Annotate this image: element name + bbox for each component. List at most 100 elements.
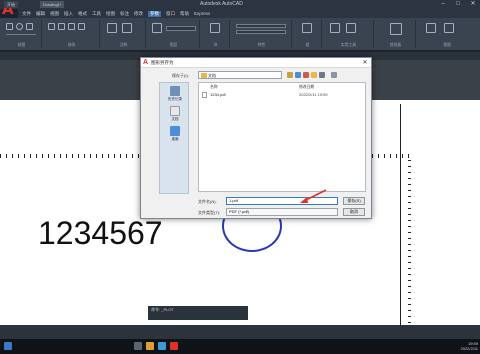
browser-icon[interactable] xyxy=(158,342,166,350)
dialog-title: 图形另存为 xyxy=(151,60,174,65)
viewport-icon[interactable] xyxy=(426,23,436,33)
line-tool-icon[interactable] xyxy=(6,23,13,30)
insert-block-icon[interactable] xyxy=(210,23,220,33)
taskbar xyxy=(0,339,480,354)
ribbon-group-annotation: 注释 xyxy=(102,20,146,48)
delete-icon[interactable] xyxy=(303,72,309,78)
trim-tool-icon[interactable] xyxy=(68,23,75,30)
back-icon[interactable] xyxy=(287,72,293,78)
place-label: 历史记录 xyxy=(168,97,182,101)
menu-parametric[interactable]: 参数 xyxy=(148,10,161,17)
ribbon-group-layers: 图层 xyxy=(148,20,200,48)
tab-start[interactable]: 开始 xyxy=(4,1,18,8)
layer-dropdown[interactable] xyxy=(166,26,196,31)
place-documents[interactable]: 文档 xyxy=(162,105,188,123)
menu-format[interactable]: 格式 xyxy=(78,11,87,17)
linetype-dropdown[interactable] xyxy=(236,30,286,34)
autocad-taskbar-icon[interactable] xyxy=(170,342,178,350)
group-tool-icon[interactable] xyxy=(302,23,312,33)
menu-window[interactable]: 窗口 xyxy=(166,11,175,17)
dimension-tool-icon[interactable] xyxy=(122,23,132,33)
rotate-tool-icon[interactable] xyxy=(58,23,65,30)
text-tool-icon[interactable] xyxy=(107,23,117,33)
dialog-title-bar xyxy=(141,58,371,68)
start-icon[interactable] xyxy=(4,342,12,350)
menu-help[interactable]: 帮助 xyxy=(180,11,189,17)
menu-edit[interactable]: 编辑 xyxy=(36,11,45,17)
menu-view[interactable]: 视图 xyxy=(50,11,59,17)
taskbar-clock: 19:59 2022/2/11 xyxy=(450,341,479,351)
filename-label: 文件名(N): xyxy=(198,199,217,204)
ribbon-group-draw: 绘图 xyxy=(2,20,42,48)
color-dropdown[interactable] xyxy=(236,24,286,28)
up-folder-icon[interactable] xyxy=(295,72,301,78)
measure-tool-icon[interactable] xyxy=(330,23,340,33)
move-tool-icon[interactable] xyxy=(48,23,55,30)
maximize-button[interactable]: □ xyxy=(451,0,465,9)
dialog-close-button[interactable]: ✕ xyxy=(359,58,371,68)
folder-icon xyxy=(201,73,207,78)
circle-tool-icon[interactable] xyxy=(16,23,23,30)
calculator-icon[interactable] xyxy=(346,23,356,33)
ribbon-group-group: 组 xyxy=(294,20,322,48)
views-icon[interactable] xyxy=(319,72,325,78)
status-bar xyxy=(0,325,480,339)
tab-drawing1[interactable]: Drawing1* xyxy=(40,1,65,8)
desktop-icon xyxy=(170,126,180,136)
tools-icon[interactable] xyxy=(331,72,337,78)
minimize-button[interactable]: – xyxy=(436,0,450,9)
filetype-select[interactable]: PDF (*.pdf) xyxy=(226,208,338,216)
taskbar-app-icon[interactable] xyxy=(134,342,142,350)
file-list[interactable]: 名称 修改日期 1234.pdf 2022/2/11 19:59 xyxy=(198,82,366,192)
new-folder-icon[interactable] xyxy=(311,72,317,78)
ribbon-group-label: 修改 xyxy=(67,43,76,47)
lookin-dropdown[interactable]: 文档 xyxy=(198,71,282,79)
menu-file[interactable]: 文件 xyxy=(22,11,31,17)
lookin-label: 保存于(I): xyxy=(172,73,189,78)
copy-tool-icon[interactable] xyxy=(78,23,85,30)
file-row[interactable]: 1234.pdf 2022/2/11 19:59 xyxy=(201,92,363,98)
command-line[interactable]: 命令: _PLOT xyxy=(148,306,248,320)
annotation-arrow-icon xyxy=(300,189,327,203)
place-desktop[interactable]: 桌面 xyxy=(162,125,188,143)
paper-frame xyxy=(400,104,414,329)
place-label: 桌面 xyxy=(171,137,179,141)
clock-date: 2022/2/11 xyxy=(460,346,479,351)
paste-icon[interactable] xyxy=(390,23,402,35)
layer-properties-icon[interactable] xyxy=(152,23,162,33)
place-history[interactable]: 历史记录 xyxy=(162,85,188,103)
menu-insert[interactable]: 插入 xyxy=(64,11,73,17)
cancel-button[interactable]: 取消 xyxy=(343,208,365,216)
window-title: Autodesk AutoCAD xyxy=(200,1,243,7)
places-bar: 历史记录 文档 桌面 xyxy=(159,82,189,194)
menu-bar: 文件 编辑 视图 插入 格式 工具 绘图 标注 修改 参数 窗口 帮助 Expr… xyxy=(18,9,480,18)
column-date[interactable]: 修改日期 xyxy=(299,85,314,90)
file-date: 2022/2/11 19:59 xyxy=(299,92,328,97)
close-button[interactable]: ✕ xyxy=(466,0,480,9)
menu-tools[interactable]: 工具 xyxy=(92,11,101,17)
menu-express[interactable]: Express xyxy=(194,11,210,16)
ribbon-group-block: 块 xyxy=(202,20,230,48)
ribbon-group-clipboard: 剪贴板 xyxy=(376,20,416,48)
menu-modify[interactable]: 修改 xyxy=(134,11,143,17)
lookin-value: 文档 xyxy=(208,73,216,78)
arc-tool-icon[interactable] xyxy=(26,23,33,30)
drawing-text[interactable]: 1234567 xyxy=(38,215,163,252)
ribbon-group-label: 视图 xyxy=(443,43,451,47)
menu-dimension[interactable]: 标注 xyxy=(120,11,129,17)
base-view-icon[interactable] xyxy=(444,23,454,33)
ribbon-group-label: 实用工具 xyxy=(340,43,357,47)
ribbon-group-view: 视图 xyxy=(418,20,476,48)
save-button[interactable]: 保存(S) xyxy=(343,197,365,205)
column-name[interactable]: 名称 xyxy=(210,85,218,90)
folder-icon[interactable] xyxy=(146,342,154,350)
ribbon: 绘图 修改 注释 图层 块 特性 组 实用工具 剪贴板 视图 xyxy=(0,18,480,51)
documents-icon xyxy=(170,106,180,116)
pdf-file-icon xyxy=(202,92,207,98)
ribbon-group-utilities: 实用工具 xyxy=(324,20,374,48)
place-label: 文档 xyxy=(171,117,179,121)
ribbon-group-label: 剪贴板 xyxy=(389,43,402,47)
ribbon-group-label: 图层 xyxy=(169,43,178,47)
menu-draw[interactable]: 绘图 xyxy=(106,11,115,17)
ribbon-group-label: 绘图 xyxy=(17,43,26,47)
